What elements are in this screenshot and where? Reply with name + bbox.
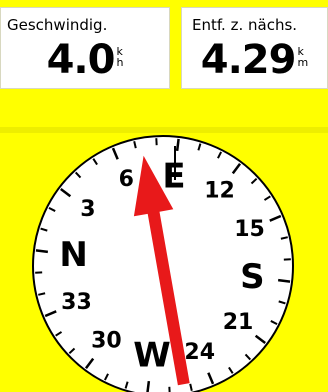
south-label: S <box>240 257 265 297</box>
compass-tick <box>35 249 49 254</box>
bearing-label-33: 33 <box>61 290 92 315</box>
compass[interactable]: N E S W 36 12 15 21 24 30 33 <box>0 0 328 392</box>
bearing-label-6: 6 <box>119 167 134 192</box>
bearing-label-12: 12 <box>204 178 235 203</box>
bearing-label-15: 15 <box>234 217 265 242</box>
east-label: E <box>162 157 185 197</box>
bearing-label-30: 30 <box>91 329 122 354</box>
compass-tick <box>146 380 151 392</box>
bearing-label-24: 24 <box>184 340 215 365</box>
bearing-label-3: 3 <box>80 197 95 222</box>
north-label: N <box>59 235 87 275</box>
west-label: W <box>133 335 171 375</box>
compass-tick <box>277 278 291 283</box>
bearing-label-21: 21 <box>223 310 254 335</box>
compass-tick <box>175 138 180 152</box>
